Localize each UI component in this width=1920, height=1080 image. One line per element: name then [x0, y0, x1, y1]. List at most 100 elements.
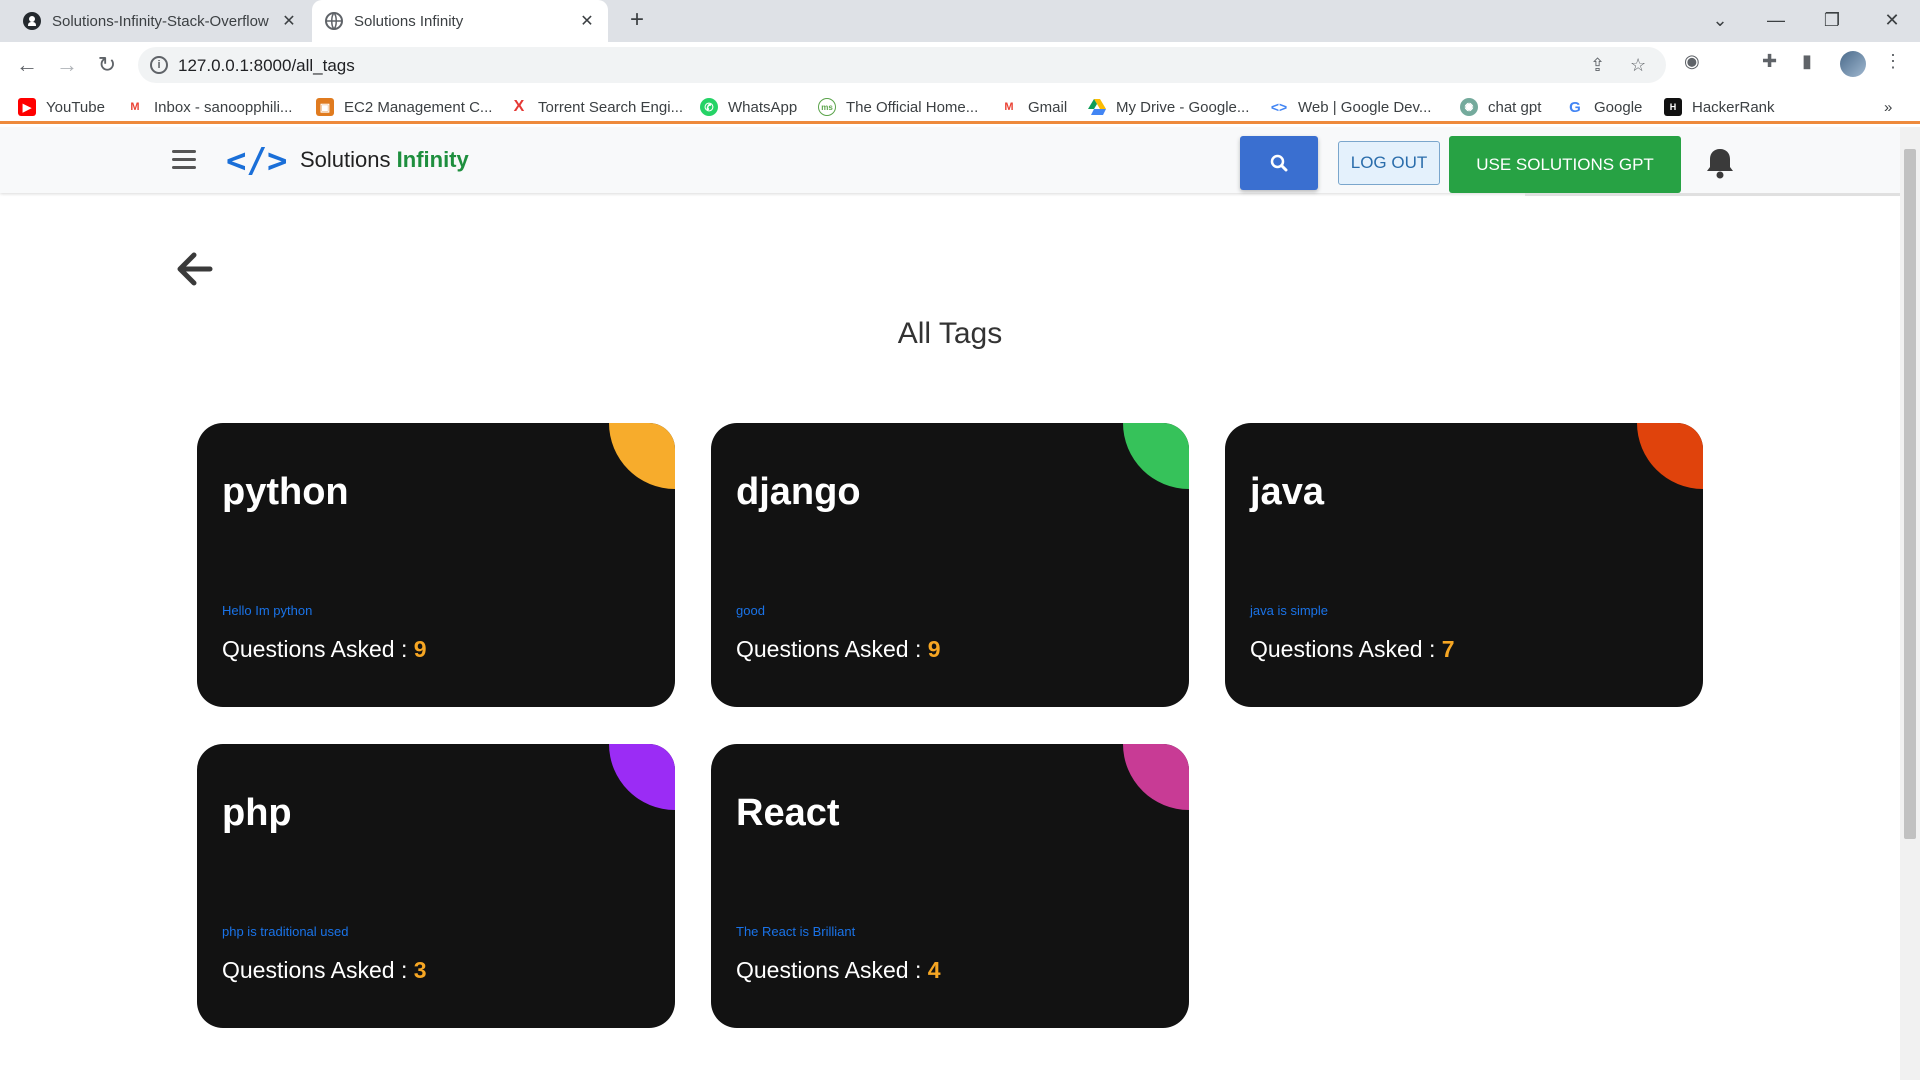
questions-asked: Questions Asked : 4	[736, 957, 941, 984]
page-title: All Tags	[897, 317, 1003, 350]
card-corner-accent	[1123, 423, 1189, 489]
back-arrow-icon[interactable]	[176, 251, 214, 287]
questions-label: Questions Asked :	[736, 636, 922, 662]
questions-label: Questions Asked :	[1250, 636, 1436, 662]
minimize-icon[interactable]: —	[1748, 0, 1804, 40]
tag-card-php[interactable]: php php is traditional used Questions As…	[197, 744, 675, 1028]
close-window-icon[interactable]: ✕	[1864, 0, 1920, 40]
bookmark-label: chat gpt	[1488, 98, 1542, 116]
bookmark-label: Gmail	[1028, 98, 1068, 116]
bookmark-chatgpt[interactable]: ✺ chat gpt	[1460, 96, 1541, 118]
bookmark-label: WhatsApp	[728, 98, 798, 116]
card-corner-accent	[609, 423, 675, 489]
questions-count: 9	[927, 636, 941, 662]
bookmark-official-home[interactable]: ms The Official Home...	[818, 96, 978, 118]
site-info-icon[interactable]: i	[150, 56, 168, 74]
browser-toolbar: ← → ↻ i 127.0.0.1:8000/all_tags ⇪ ☆	[0, 42, 1920, 88]
bookmark-google-drive[interactable]: My Drive - Google...	[1088, 96, 1249, 118]
profile-avatar[interactable]	[1840, 51, 1866, 77]
questions-asked: Questions Asked : 3	[222, 957, 427, 984]
bookmark-torrent[interactable]: X Torrent Search Engi...	[510, 96, 683, 118]
tag-description: good	[736, 603, 765, 618]
bookmark-ec2[interactable]: ▣ EC2 Management C...	[316, 96, 492, 118]
card-corner-accent	[1123, 744, 1189, 810]
github-icon	[22, 11, 42, 31]
tag-card-django[interactable]: django good Questions Asked : 9	[711, 423, 1189, 707]
extensions-puzzle-icon[interactable]: ✚	[1762, 51, 1777, 72]
chatgpt-icon: ✺	[1460, 98, 1478, 116]
logout-button[interactable]: LOG OUT	[1338, 141, 1440, 185]
search-button[interactable]	[1240, 136, 1318, 190]
bookmark-star-icon[interactable]: ☆	[1630, 55, 1646, 76]
tag-card-java[interactable]: java java is simple Questions Asked : 7	[1225, 423, 1703, 707]
whatsapp-icon: ✆	[700, 98, 718, 116]
tab-solutions-infinity[interactable]: Solutions Infinity ✕	[312, 0, 608, 42]
bookmark-label: HackerRank	[1692, 98, 1775, 116]
forward-icon[interactable]: →	[52, 50, 82, 80]
tag-name: java	[1250, 471, 1324, 513]
more-menu-icon[interactable]: ⋮	[1884, 51, 1902, 72]
tag-card-react[interactable]: React The React is Brilliant Questions A…	[711, 744, 1189, 1028]
questions-label: Questions Asked :	[222, 636, 408, 662]
card-corner-accent	[1637, 423, 1703, 489]
extension-lock-icon[interactable]: ◉	[1684, 51, 1700, 72]
questions-count: 4	[927, 957, 941, 983]
page-scrollbar[interactable]	[1900, 127, 1920, 1080]
notification-bell-icon[interactable]	[1706, 147, 1734, 179]
questions-asked: Questions Asked : 7	[1250, 636, 1455, 663]
tab-title: Solutions Infinity	[354, 12, 464, 30]
page-viewport: </> Solutions Infinity LOG OUT USE SOLUT…	[0, 127, 1900, 1080]
site-brand[interactable]: Solutions Infinity	[300, 147, 469, 173]
code-logo-icon[interactable]: </>	[226, 141, 287, 181]
tab-search-icon[interactable]: ⌄	[1692, 0, 1748, 40]
close-tab-icon[interactable]: ✕	[280, 11, 298, 31]
new-tab-button[interactable]: +	[624, 8, 650, 34]
reload-icon[interactable]: ↻	[92, 50, 122, 80]
hamburger-menu-icon[interactable]	[172, 150, 196, 170]
gmail-icon: M	[126, 98, 144, 116]
bookmark-inbox[interactable]: M Inbox - sanoopphili...	[126, 96, 292, 118]
tag-name: React	[736, 792, 840, 834]
bookmarks-overflow-icon[interactable]: »	[1884, 96, 1892, 118]
questions-asked: Questions Asked : 9	[736, 636, 941, 663]
bookmark-gmail[interactable]: M Gmail	[1000, 96, 1067, 118]
tag-description: The React is Brilliant	[736, 924, 856, 939]
bookmark-hackerrank[interactable]: H HackerRank	[1664, 96, 1775, 118]
side-panel-icon[interactable]: ▮	[1802, 51, 1812, 72]
bookmark-youtube[interactable]: ▶ YouTube	[18, 96, 105, 118]
bookmark-label: The Official Home...	[846, 98, 979, 116]
hackerrank-icon: H	[1664, 98, 1682, 116]
tag-card-python[interactable]: python Hello Im python Questions Asked :…	[197, 423, 675, 707]
bookmarks-bar: ▶ YouTube M Inbox - sanoopphili... ▣ EC2…	[0, 88, 1920, 124]
bookmark-label: Inbox - sanoopphili...	[154, 98, 293, 116]
share-icon[interactable]: ⇪	[1590, 55, 1605, 76]
google-dev-icon: <>	[1270, 98, 1288, 116]
official-home-icon: ms	[818, 98, 836, 116]
bookmark-label: EC2 Management C...	[344, 98, 493, 116]
use-solutions-gpt-button[interactable]: USE SOLUTIONS GPT	[1449, 136, 1681, 193]
tag-name: django	[736, 471, 861, 513]
navbar-divider	[1525, 193, 1900, 196]
address-bar[interactable]: i 127.0.0.1:8000/all_tags ⇪ ☆	[138, 47, 1666, 83]
bookmark-label: My Drive - Google...	[1116, 98, 1250, 116]
brand-first: Solutions	[300, 147, 391, 172]
close-tab-icon[interactable]: ✕	[578, 11, 596, 31]
card-corner-accent	[609, 744, 675, 810]
google-icon: G	[1566, 98, 1584, 116]
tab-github[interactable]: Solutions-Infinity-Stack-Overflow ✕	[10, 0, 310, 42]
questions-count: 3	[413, 957, 427, 983]
bookmark-label: Torrent Search Engi...	[538, 98, 684, 116]
site-navbar: </> Solutions Infinity LOG OUT USE SOLUT…	[0, 127, 1900, 193]
scrollbar-thumb[interactable]	[1904, 149, 1916, 839]
bookmark-google-dev[interactable]: <> Web | Google Dev...	[1270, 96, 1431, 118]
brand-second: Infinity	[396, 147, 469, 172]
restore-icon[interactable]: ❐	[1804, 0, 1860, 40]
back-icon[interactable]: ←	[12, 50, 42, 80]
search-icon	[1270, 154, 1288, 172]
tag-description: java is simple	[1250, 603, 1329, 618]
tag-name: php	[222, 792, 292, 834]
globe-icon	[324, 11, 344, 31]
bookmark-whatsapp[interactable]: ✆ WhatsApp	[700, 96, 797, 118]
google-drive-icon	[1088, 98, 1106, 116]
bookmark-google[interactable]: G Google	[1566, 96, 1642, 118]
